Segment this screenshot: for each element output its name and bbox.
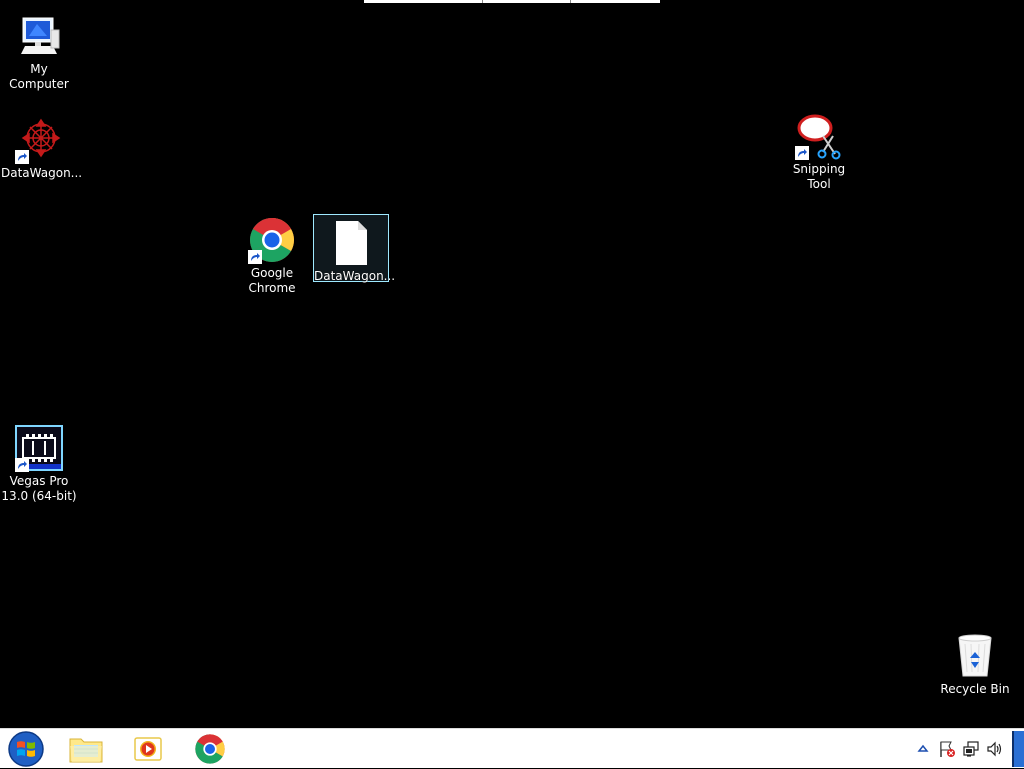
window-edge-strip: [364, 0, 660, 3]
recycle-bin-icon: [951, 632, 999, 680]
shortcut-arrow-icon: [795, 146, 809, 160]
desktop-icon-vegas-pro[interactable]: Vegas Pro 13.0 (64-bit): [1, 420, 77, 504]
show-desktop-button[interactable]: [1012, 731, 1024, 767]
windows-start-icon: [8, 731, 44, 767]
desktop-icon-label: Snipping Tool: [792, 162, 846, 191]
desktop: My Computer DataWagon... Google Chrome D…: [0, 0, 1024, 728]
desktop-icon-label: DataWagon...: [314, 269, 396, 283]
chrome-icon: [195, 734, 225, 764]
speaker-icon: [987, 741, 1002, 757]
system-tray: [908, 729, 1004, 769]
desktop-icon-label: Recycle Bin: [940, 682, 1010, 696]
vegas-pro-icon: [15, 424, 63, 472]
taskbar-file-explorer[interactable]: [62, 731, 110, 767]
desktop-icon-my-computer[interactable]: My Computer: [1, 8, 77, 92]
computer-icon: [15, 12, 63, 60]
tray-volume[interactable]: [986, 740, 1004, 758]
shortcut-arrow-icon: [248, 250, 262, 264]
chrome-icon: [248, 216, 296, 264]
desktop-icon-label: My Computer: [9, 62, 69, 91]
desktop-icon-label: Vegas Pro 13.0 (64-bit): [1, 474, 77, 503]
start-button[interactable]: [2, 731, 50, 767]
document-icon: [327, 219, 375, 267]
desktop-icon-label: Google Chrome: [248, 266, 296, 295]
tray-show-hidden[interactable]: [914, 740, 932, 758]
taskbar: [0, 728, 1024, 768]
desktop-icon-recycle-bin[interactable]: Recycle Bin: [937, 628, 1013, 697]
network-icon: [963, 741, 979, 757]
datawagon-icon: [15, 116, 63, 164]
desktop-icon-snipping-tool[interactable]: Snipping Tool: [781, 108, 857, 192]
taskbar-media-player[interactable]: [124, 731, 172, 767]
shortcut-arrow-icon: [15, 458, 29, 472]
desktop-icon-google-chrome[interactable]: Google Chrome: [234, 212, 310, 296]
media-player-icon: [134, 737, 162, 761]
shortcut-arrow-icon: [15, 150, 29, 164]
folder-icon: [69, 738, 103, 763]
desktop-icon-label: DataWagon...: [1, 166, 83, 180]
tray-action-center[interactable]: [938, 740, 956, 758]
tray-network[interactable]: [962, 740, 980, 758]
chevron-up-icon: [917, 744, 929, 752]
taskbar-chrome[interactable]: [186, 731, 234, 767]
flag-icon: [940, 741, 955, 757]
desktop-icon-datawagon-file[interactable]: DataWagon...: [313, 214, 396, 283]
scissors-icon: [795, 112, 843, 160]
desktop-icon-datawagon-app[interactable]: DataWagon...: [1, 112, 83, 181]
